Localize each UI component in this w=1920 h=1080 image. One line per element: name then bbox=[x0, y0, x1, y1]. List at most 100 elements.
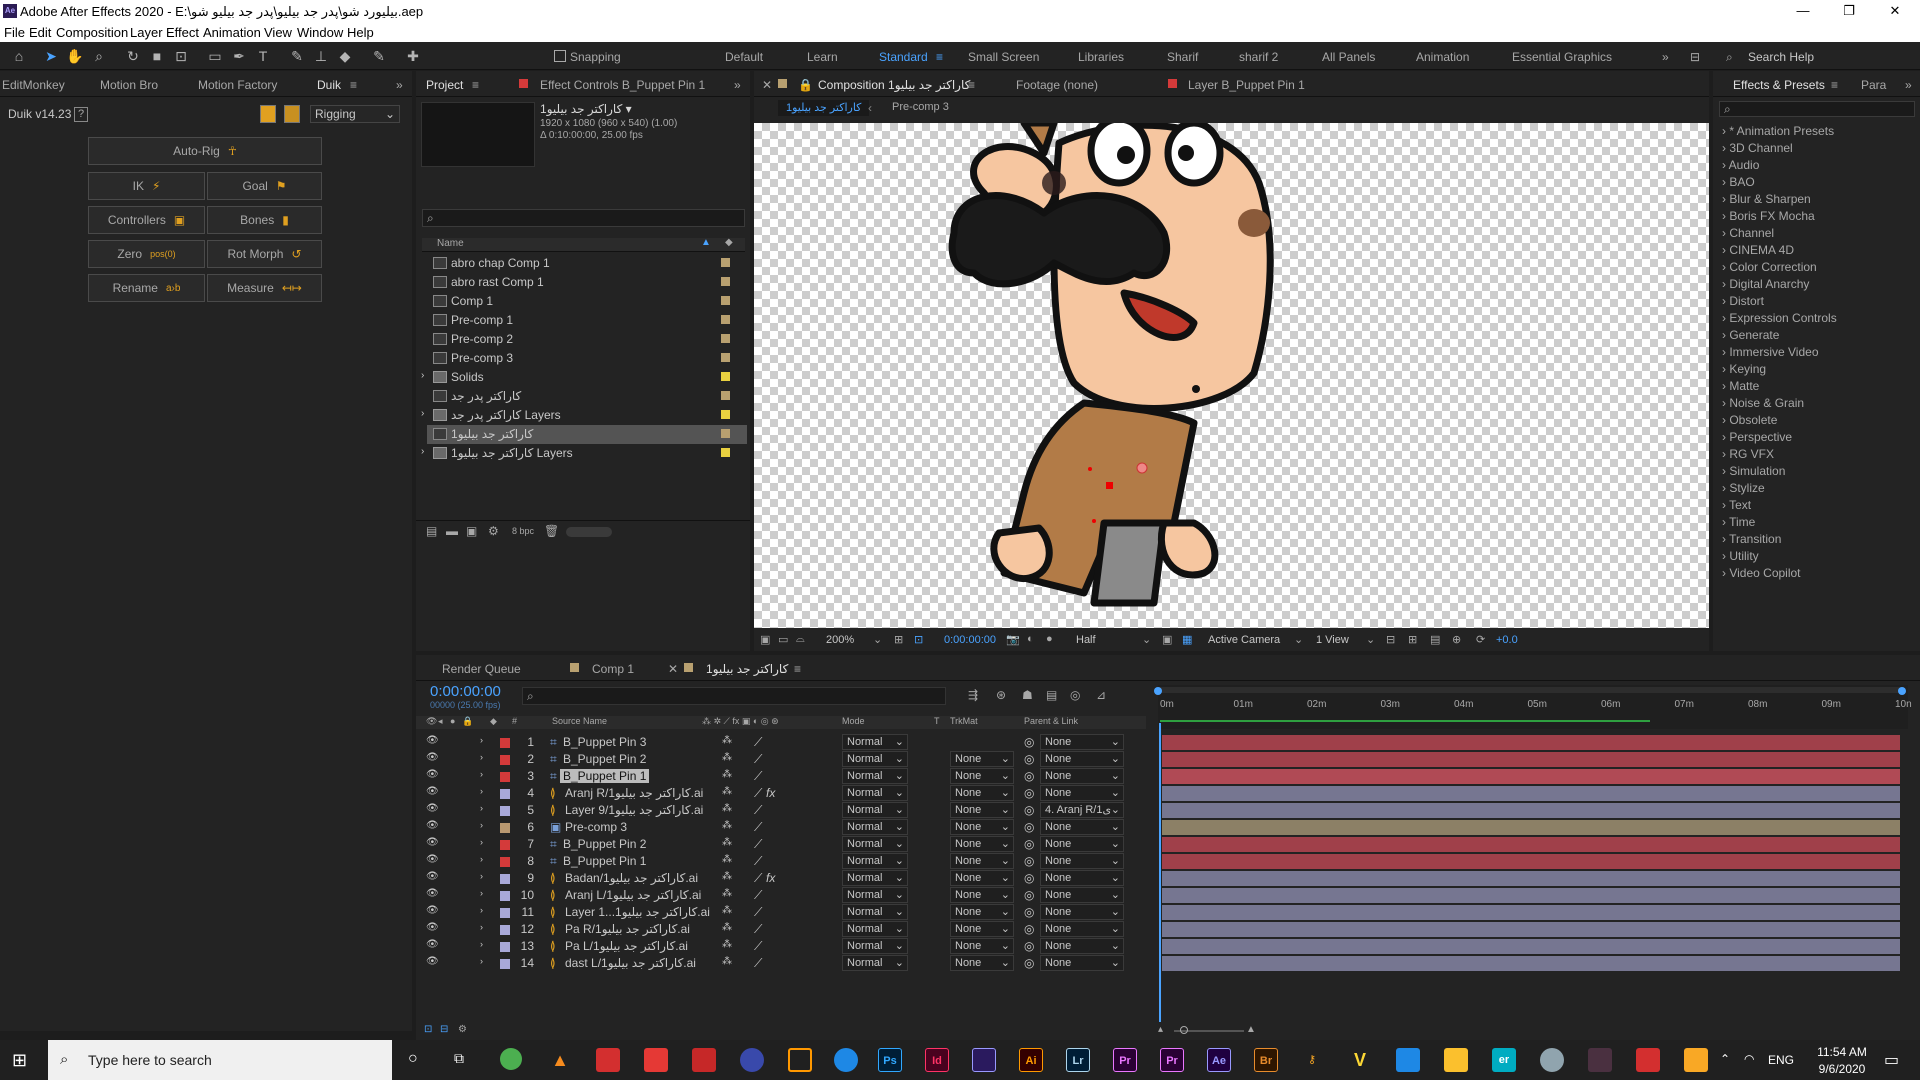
effect-category[interactable]: › Obsolete bbox=[1722, 413, 1777, 427]
track-matte-select[interactable]: None ⌄ bbox=[950, 887, 1014, 903]
layer-duration-bar[interactable] bbox=[1162, 803, 1900, 818]
bones-button[interactable]: Bones ▮ bbox=[207, 206, 322, 234]
exposure-value[interactable]: +0.0 bbox=[1496, 634, 1518, 646]
project-item[interactable]: Pre-comp 2 bbox=[427, 330, 747, 349]
acrobat-icon[interactable] bbox=[1636, 1048, 1660, 1072]
home-icon[interactable]: ⌂ bbox=[10, 47, 28, 65]
layer-row[interactable]: 👁 › 2 ⌗ B_Puppet Pin 2 ⁂ ⟋ Normal ⌄ None ⌄ ◎ None ⌄ bbox=[420, 751, 1920, 768]
fast-previews-icon[interactable]: ⊞ bbox=[1408, 633, 1417, 646]
parent-select[interactable]: None ⌄ bbox=[1040, 785, 1124, 801]
label-color-swatch[interactable] bbox=[721, 334, 730, 343]
vlc-icon[interactable]: ▲ bbox=[548, 1048, 572, 1072]
expand-arrow-icon[interactable]: › bbox=[480, 956, 483, 966]
blend-mode-select[interactable]: Normal ⌄ bbox=[842, 802, 908, 818]
effect-category[interactable]: › Video Copilot bbox=[1722, 566, 1801, 580]
parent-select[interactable]: None ⌄ bbox=[1040, 819, 1124, 835]
pick-whip-icon[interactable]: ◎ bbox=[1024, 871, 1034, 885]
shy-switch-icon[interactable]: ⁂ bbox=[722, 888, 732, 899]
effect-category[interactable]: › BAO bbox=[1722, 175, 1755, 189]
eye-icon[interactable]: 👁 bbox=[426, 837, 439, 848]
workspace-libraries[interactable]: Libraries bbox=[1078, 50, 1124, 64]
tab-editmonkey[interactable]: EditMonkey bbox=[2, 78, 65, 92]
workspace-small-screen[interactable]: Small Screen bbox=[968, 50, 1039, 64]
menu-effect[interactable]: Effect bbox=[166, 25, 199, 40]
clock-date[interactable]: 9/6/2020 bbox=[1812, 1062, 1872, 1076]
project-search-input[interactable]: ⌕ bbox=[422, 209, 745, 227]
clock-time[interactable]: 11:54 AM bbox=[1812, 1045, 1872, 1059]
panel-menu-icon[interactable]: ≡ bbox=[794, 662, 801, 676]
graph-editor-icon[interactable]: ⊿ bbox=[1096, 688, 1106, 702]
work-area-start-handle[interactable] bbox=[1154, 687, 1162, 695]
layer-label-color[interactable] bbox=[500, 959, 510, 969]
effect-category[interactable]: › Matte bbox=[1722, 379, 1759, 393]
file-explorer-icon[interactable] bbox=[1444, 1048, 1468, 1072]
current-time-display[interactable]: 0:00:00:00 bbox=[944, 634, 996, 646]
app-pinwheel-icon[interactable] bbox=[644, 1048, 668, 1072]
project-item[interactable]: › Solids bbox=[421, 368, 747, 387]
chrome-icon[interactable] bbox=[500, 1048, 522, 1070]
task-view-icon[interactable]: ⧉ bbox=[454, 1050, 464, 1067]
parent-select[interactable]: None ⌄ bbox=[1040, 768, 1124, 784]
workspace-sharif-2[interactable]: sharif 2 bbox=[1239, 50, 1278, 64]
layer-source-name[interactable]: B_Puppet Pin 1 bbox=[560, 854, 649, 868]
switches-col-icon[interactable]: ⁂ ✲ ⟋ fx ▣ ◐ ◎ ⊛ bbox=[702, 716, 779, 727]
reset-exposure-icon[interactable]: ⟳ bbox=[1476, 633, 1485, 646]
quality-switch-icon[interactable]: ⟋ bbox=[754, 837, 762, 852]
eye-icon[interactable]: 👁 bbox=[426, 769, 439, 780]
effects-switch[interactable]: fx bbox=[766, 786, 775, 800]
label-color-swatch[interactable] bbox=[721, 372, 730, 381]
menu-view[interactable]: View bbox=[264, 25, 292, 40]
fit-icon[interactable]: ⊞ bbox=[894, 633, 903, 646]
new-folder-icon[interactable]: ▬ bbox=[446, 524, 458, 538]
track-matte-select[interactable]: None ⌄ bbox=[950, 853, 1014, 869]
parent-select[interactable]: None ⌄ bbox=[1040, 887, 1124, 903]
eye-icon[interactable]: 👁 bbox=[426, 922, 439, 933]
layer-label-color[interactable] bbox=[500, 840, 510, 850]
effect-category[interactable]: › Perspective bbox=[1722, 430, 1792, 444]
layer-label-color[interactable] bbox=[500, 891, 510, 901]
blend-mode-select[interactable]: Normal ⌄ bbox=[842, 887, 908, 903]
selection-tool-icon[interactable]: ➤ bbox=[42, 47, 60, 65]
parent-select[interactable]: None ⌄ bbox=[1040, 938, 1124, 954]
eye-icon[interactable]: 👁 bbox=[426, 939, 439, 950]
effect-category[interactable]: › Time bbox=[1722, 515, 1755, 529]
col-trkmat[interactable]: TrkMat bbox=[950, 716, 978, 726]
pick-whip-icon[interactable]: ◎ bbox=[1024, 905, 1034, 919]
minimize-button[interactable]: — bbox=[1780, 0, 1826, 24]
eye-icon[interactable]: 👁 bbox=[426, 888, 439, 899]
quality-switch-icon[interactable]: ⟋ bbox=[754, 922, 762, 937]
label-color-swatch[interactable] bbox=[721, 277, 730, 286]
track-matte-select[interactable]: None ⌄ bbox=[950, 768, 1014, 784]
tab-render-queue[interactable]: Render Queue bbox=[442, 662, 521, 676]
effect-category[interactable]: › RG VFX bbox=[1722, 447, 1774, 461]
auto-rig-button[interactable]: Auto-Rig ☥ bbox=[88, 137, 322, 165]
tab-active-comp[interactable]: کاراکتر جد بیلیو1 bbox=[706, 662, 788, 676]
quality-switch-icon[interactable]: ⟋ bbox=[754, 905, 762, 920]
blend-mode-select[interactable]: Normal ⌄ bbox=[842, 938, 908, 954]
rot-morph-button[interactable]: Rot Morph ↺ bbox=[207, 240, 322, 268]
zoom-tool-icon[interactable]: ⌕ bbox=[90, 47, 108, 65]
layer-duration-bar[interactable] bbox=[1162, 735, 1900, 750]
pick-whip-icon[interactable]: ◎ bbox=[1024, 888, 1034, 902]
menu-composition[interactable]: Composition bbox=[56, 25, 128, 40]
layer-source-name[interactable]: Pre-comp 3 bbox=[562, 820, 630, 834]
track-matte-select[interactable]: None ⌄ bbox=[950, 921, 1014, 937]
label-color-swatch[interactable] bbox=[721, 429, 730, 438]
workspace-learn[interactable]: Learn bbox=[807, 50, 838, 64]
layer-duration-bar[interactable] bbox=[1162, 752, 1900, 767]
parent-select[interactable]: None ⌄ bbox=[1040, 734, 1124, 750]
adobe-app-icon[interactable]: Ai bbox=[1019, 1048, 1043, 1072]
draft-3d-icon[interactable]: ⊛ bbox=[996, 688, 1006, 702]
effect-category[interactable]: › Simulation bbox=[1722, 464, 1785, 478]
effect-category[interactable]: › * Animation Presets bbox=[1722, 124, 1834, 138]
quality-switch-icon[interactable]: ⟋ bbox=[754, 786, 762, 801]
view-layout-select[interactable]: 1 View bbox=[1316, 634, 1349, 646]
layer-row[interactable]: 👁 › 9 ≬ Badan/1کاراکتر جد بیلیو.ai ⁂ ⟋ fx Normal… bbox=[420, 870, 1920, 887]
timeline-icon[interactable]: ▤ bbox=[1430, 633, 1440, 646]
layer-label-color[interactable] bbox=[500, 806, 510, 816]
taskbar-search-box[interactable]: ⌕ Type here to search bbox=[48, 1040, 392, 1080]
comp-flowchart-icon[interactable]: ⇶ bbox=[968, 688, 978, 702]
layer-source-name[interactable]: dast L/1کاراکتر جد بیلیو.ai bbox=[562, 956, 699, 970]
app-grey-circle-icon[interactable] bbox=[1540, 1048, 1564, 1072]
clone-stamp-tool-icon[interactable]: ⊥ bbox=[312, 47, 330, 65]
